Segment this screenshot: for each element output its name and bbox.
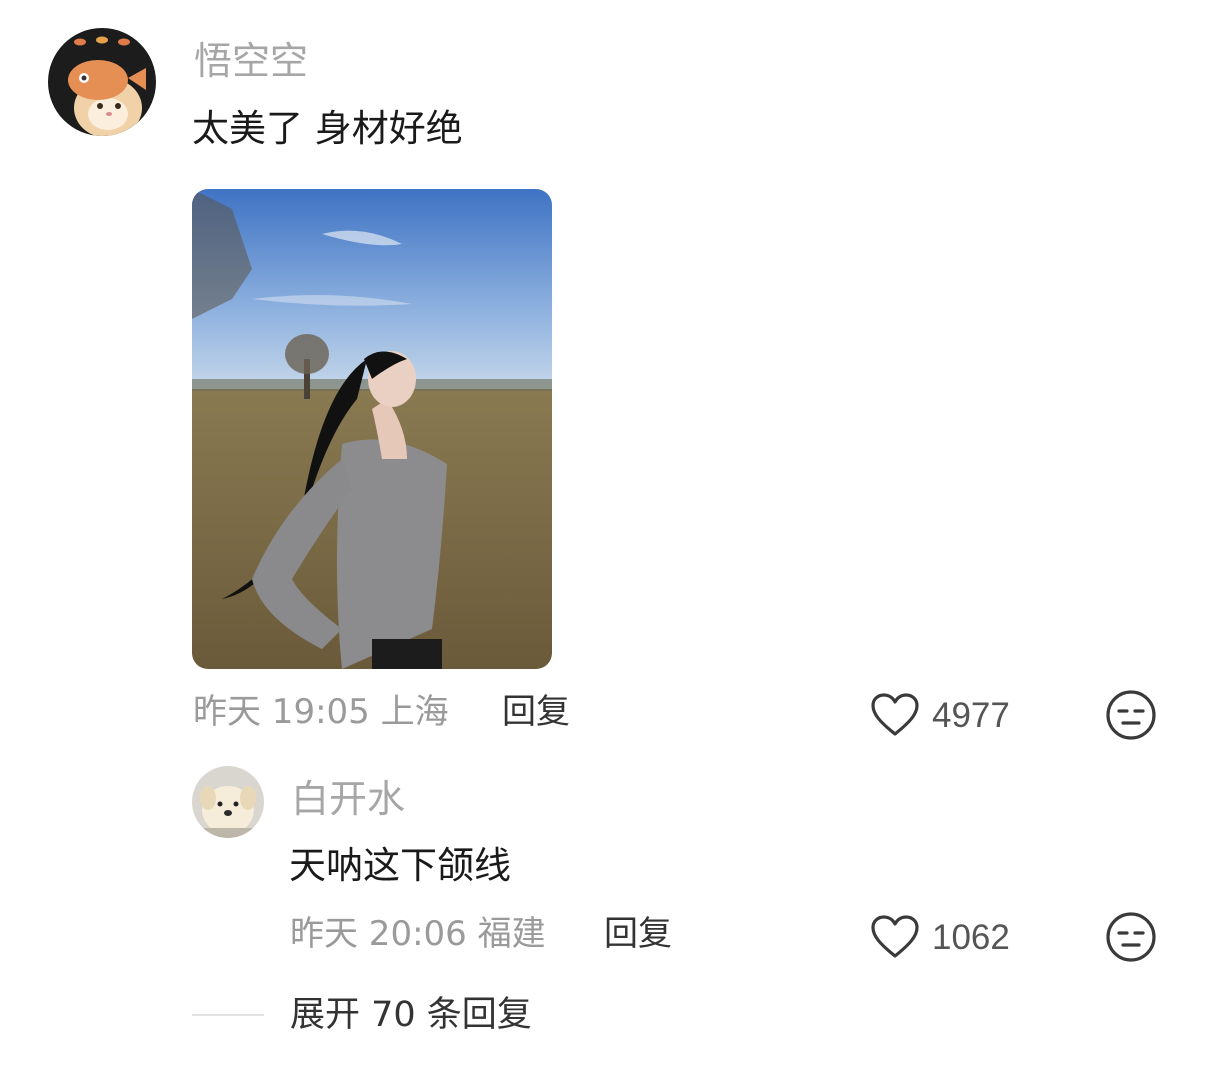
photo-icon — [192, 189, 552, 669]
expand-replies-button[interactable]: 展开 70 条回复 — [290, 998, 532, 1033]
reply-text: 天呐这下颌线 — [289, 844, 511, 887]
divider — [192, 1014, 264, 1016]
reply-username[interactable]: 白开水 — [291, 780, 405, 818]
reply-like-count: 1062 — [932, 917, 1010, 957]
reply-location: 福建 — [477, 914, 546, 954]
comment-time: 昨天 19:05 — [193, 692, 370, 732]
reply-dislike-button[interactable] — [1105, 911, 1157, 967]
reply-meta: 昨天 20:06 福建 — [290, 917, 546, 951]
reply-like-button[interactable]: 1062 — [870, 914, 1010, 960]
unamused-face-icon — [1106, 912, 1156, 962]
dislike-button[interactable] — [1105, 689, 1157, 745]
like-button[interactable]: 4977 — [870, 692, 1010, 738]
comment-username[interactable]: 悟空空 — [194, 42, 308, 80]
comment-image[interactable] — [192, 189, 552, 669]
avatar[interactable] — [48, 28, 156, 136]
heart-icon — [871, 915, 919, 958]
reply-button[interactable]: 回复 — [502, 695, 570, 729]
like-count: 4977 — [932, 695, 1010, 735]
comment-text: 太美了 身材好绝 — [192, 107, 463, 150]
unamused-face-icon — [1106, 690, 1156, 740]
puppy-avatar-icon — [192, 766, 264, 838]
heart-icon — [871, 693, 919, 736]
reply-avatar[interactable] — [192, 766, 264, 838]
cat-avatar-icon — [48, 28, 156, 136]
comment-location: 上海 — [380, 692, 449, 732]
comment-meta: 昨天 19:05 上海 — [193, 695, 449, 729]
reply-time: 昨天 20:06 — [290, 914, 467, 954]
reply-reply-button[interactable]: 回复 — [604, 917, 672, 951]
